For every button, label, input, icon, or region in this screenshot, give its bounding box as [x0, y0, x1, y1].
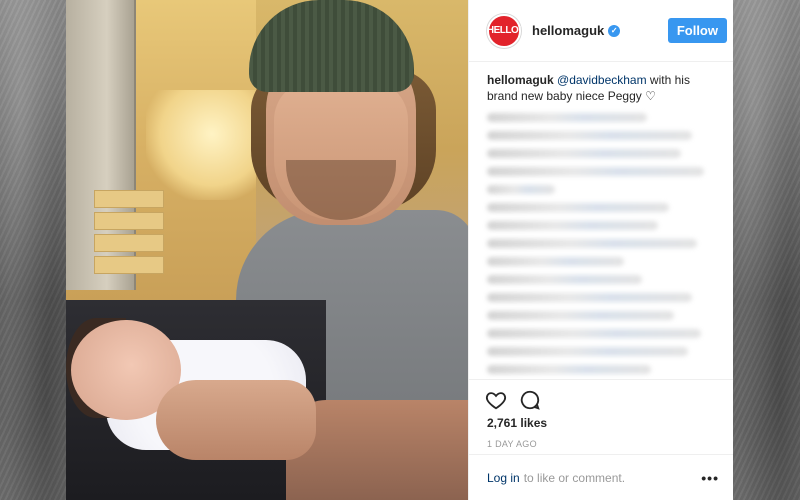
caption-emoji: ♡: [645, 89, 656, 103]
background-texture-left: [0, 0, 66, 500]
post-caption: hellomaguk @davidbeckham with his brand …: [487, 72, 715, 104]
comment-icon[interactable]: [519, 389, 541, 411]
blurred-comment: [487, 329, 702, 338]
photo-drawer: [94, 190, 164, 208]
heart-icon[interactable]: [485, 389, 507, 411]
verified-badge-icon: ✓: [608, 24, 621, 37]
account-handle-text[interactable]: hellomaguk: [532, 23, 604, 38]
account-avatar[interactable]: HELLO!: [487, 13, 522, 48]
caption-text-line1: with his: [646, 73, 690, 87]
blurred-comment: [487, 149, 681, 158]
login-prompt-text: to like or comment.: [523, 470, 626, 485]
photo-wall-light: [146, 90, 256, 200]
blurred-comment: [487, 311, 674, 320]
post-photo[interactable]: [66, 0, 468, 500]
photo-drawer: [94, 212, 164, 230]
instagram-post: HELLO! hellomaguk ✓ Follow hellomaguk @d…: [66, 0, 733, 500]
caption-text-line2: brand new baby niece Peggy: [487, 89, 646, 103]
blurred-comment: [487, 221, 658, 230]
caption-handle[interactable]: hellomaguk: [487, 73, 554, 87]
blurred-comment: [487, 257, 624, 266]
photo-tattooed-hand: [156, 380, 316, 460]
blurred-comment: [487, 365, 652, 374]
blurred-comment: [487, 167, 704, 176]
blurred-comment: [487, 131, 693, 140]
account-handle: hellomaguk ✓: [532, 23, 668, 38]
blurred-comment: [487, 275, 643, 284]
photo-drawer: [94, 256, 164, 274]
blurred-comment: [487, 113, 647, 122]
photo-drawer: [94, 234, 164, 252]
login-link[interactable]: Log in: [487, 471, 520, 485]
comments-section[interactable]: hellomaguk @davidbeckham with his brand …: [469, 62, 733, 380]
likes-count[interactable]: 2,761 likes: [469, 416, 733, 430]
blurred-comment: [487, 185, 556, 194]
blurred-comment: [487, 239, 697, 248]
post-header: HELLO! hellomaguk ✓ Follow: [469, 0, 733, 62]
login-prompt: Log in to like or comment. •••: [469, 454, 733, 500]
follow-button[interactable]: Follow: [667, 18, 727, 43]
post-sidebar: HELLO! hellomaguk ✓ Follow hellomaguk @d…: [468, 0, 733, 500]
post-actions: [469, 380, 733, 414]
blurred-comment: [487, 293, 693, 302]
post-timestamp: 1 DAY AGO: [487, 439, 537, 449]
caption-mention[interactable]: @davidbeckham: [557, 73, 647, 87]
background-texture-right: [733, 0, 800, 500]
more-options-icon[interactable]: •••: [701, 470, 719, 486]
blurred-comment: [487, 203, 670, 212]
photo-green-beanie: [249, 0, 414, 92]
blurred-comment: [487, 347, 688, 356]
